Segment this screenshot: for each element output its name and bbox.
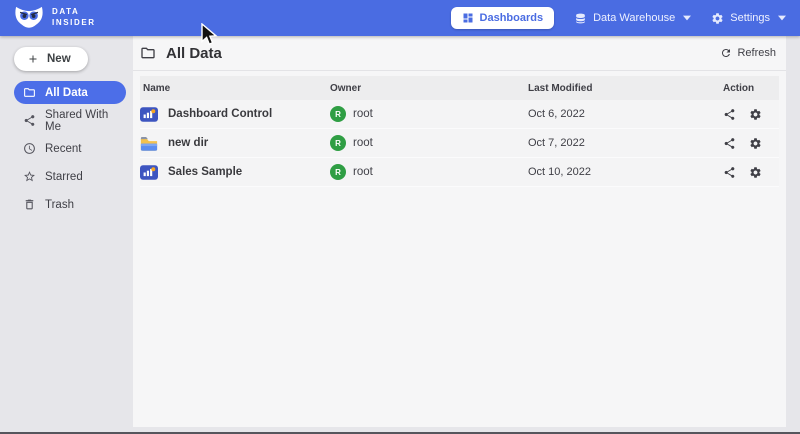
row-settings-button[interactable] [749, 108, 762, 121]
action-cell [715, 108, 779, 121]
folder-icon [140, 45, 156, 61]
share-icon [723, 166, 736, 179]
file-name-cell: new dir [140, 136, 330, 151]
gear-icon [711, 12, 724, 25]
database-icon [574, 12, 587, 25]
folder-file-icon [140, 136, 158, 151]
owner-cell: R root [330, 164, 528, 180]
page-header: All Data Refresh [133, 36, 786, 71]
column-header-action: Action [715, 83, 779, 94]
folder-icon [23, 86, 36, 99]
plus-icon [27, 53, 39, 65]
brand-name: DATA INSIDER [52, 7, 96, 29]
chevron-down-icon [778, 15, 786, 21]
dashboards-button[interactable]: Dashboards [451, 7, 555, 29]
sidebar-item-all-data[interactable]: All Data [14, 81, 126, 104]
action-cell [715, 166, 779, 179]
last-modified-cell: Oct 10, 2022 [528, 166, 715, 178]
file-name-cell: Dashboard Control [140, 107, 330, 122]
sidebar-item-trash[interactable]: Trash [14, 193, 126, 216]
refresh-button[interactable]: Refresh [720, 47, 776, 59]
file-name-cell: Sales Sample [140, 165, 330, 180]
owl-logo-icon [14, 6, 44, 30]
table-row[interactable]: new dir R root Oct 7, 2022 [140, 129, 779, 158]
clock-icon [23, 142, 36, 155]
refresh-icon [720, 47, 732, 59]
gear-icon [749, 166, 762, 179]
share-button[interactable] [723, 108, 736, 121]
data-warehouse-menu[interactable]: Data Warehouse [574, 12, 691, 25]
top-navigation: Dashboards Data Warehouse Settings [451, 7, 786, 29]
column-header-name: Name [140, 83, 330, 94]
sidebar-nav: All Data Shared With Me Recent Starred T… [0, 81, 133, 216]
settings-menu[interactable]: Settings [711, 12, 786, 25]
share-button[interactable] [723, 166, 736, 179]
owner-cell: R root [330, 106, 528, 122]
last-modified-cell: Oct 7, 2022 [528, 137, 715, 149]
table-row[interactable]: Dashboard Control R root Oct 6, 2022 [140, 100, 779, 129]
owner-cell: R root [330, 135, 528, 151]
files-table: Name Owner Last Modified Action Dashboar… [140, 76, 779, 187]
share-button[interactable] [723, 137, 736, 150]
owner-avatar: R [330, 164, 346, 180]
sidebar-item-recent[interactable]: Recent [14, 137, 126, 160]
page-title: All Data [166, 45, 222, 62]
table-row[interactable]: Sales Sample R root Oct 10, 2022 [140, 158, 779, 187]
trash-icon [23, 198, 36, 211]
star-icon [23, 170, 36, 183]
column-header-owner: Owner [330, 83, 528, 94]
row-settings-button[interactable] [749, 137, 762, 150]
new-button[interactable]: New [14, 47, 88, 71]
sidebar: New All Data Shared With Me Recent Starr… [0, 36, 133, 432]
gear-icon [749, 137, 762, 150]
sidebar-item-shared-with-me[interactable]: Shared With Me [14, 109, 126, 132]
row-settings-button[interactable] [749, 166, 762, 179]
table-header-row: Name Owner Last Modified Action [140, 76, 779, 100]
last-modified-cell: Oct 6, 2022 [528, 108, 715, 120]
owner-avatar: R [330, 106, 346, 122]
dashboard-file-icon [140, 165, 158, 180]
column-header-last-modified: Last Modified [528, 83, 715, 94]
share-icon [723, 137, 736, 150]
share-icon [23, 114, 36, 127]
chevron-down-icon [683, 15, 691, 21]
sidebar-item-starred[interactable]: Starred [14, 165, 126, 188]
action-cell [715, 137, 779, 150]
app-window: { "brand": { "line1": "DATA", "line2": "… [0, 0, 800, 434]
top-header: DATA INSIDER Dashboards Data Warehouse S… [0, 0, 800, 36]
owner-avatar: R [330, 135, 346, 151]
dashboard-icon [462, 12, 474, 24]
gear-icon [749, 108, 762, 121]
main-content: All Data Refresh Name Owner Last Modifie… [133, 36, 786, 427]
share-icon [723, 108, 736, 121]
dashboard-file-icon [140, 107, 158, 122]
